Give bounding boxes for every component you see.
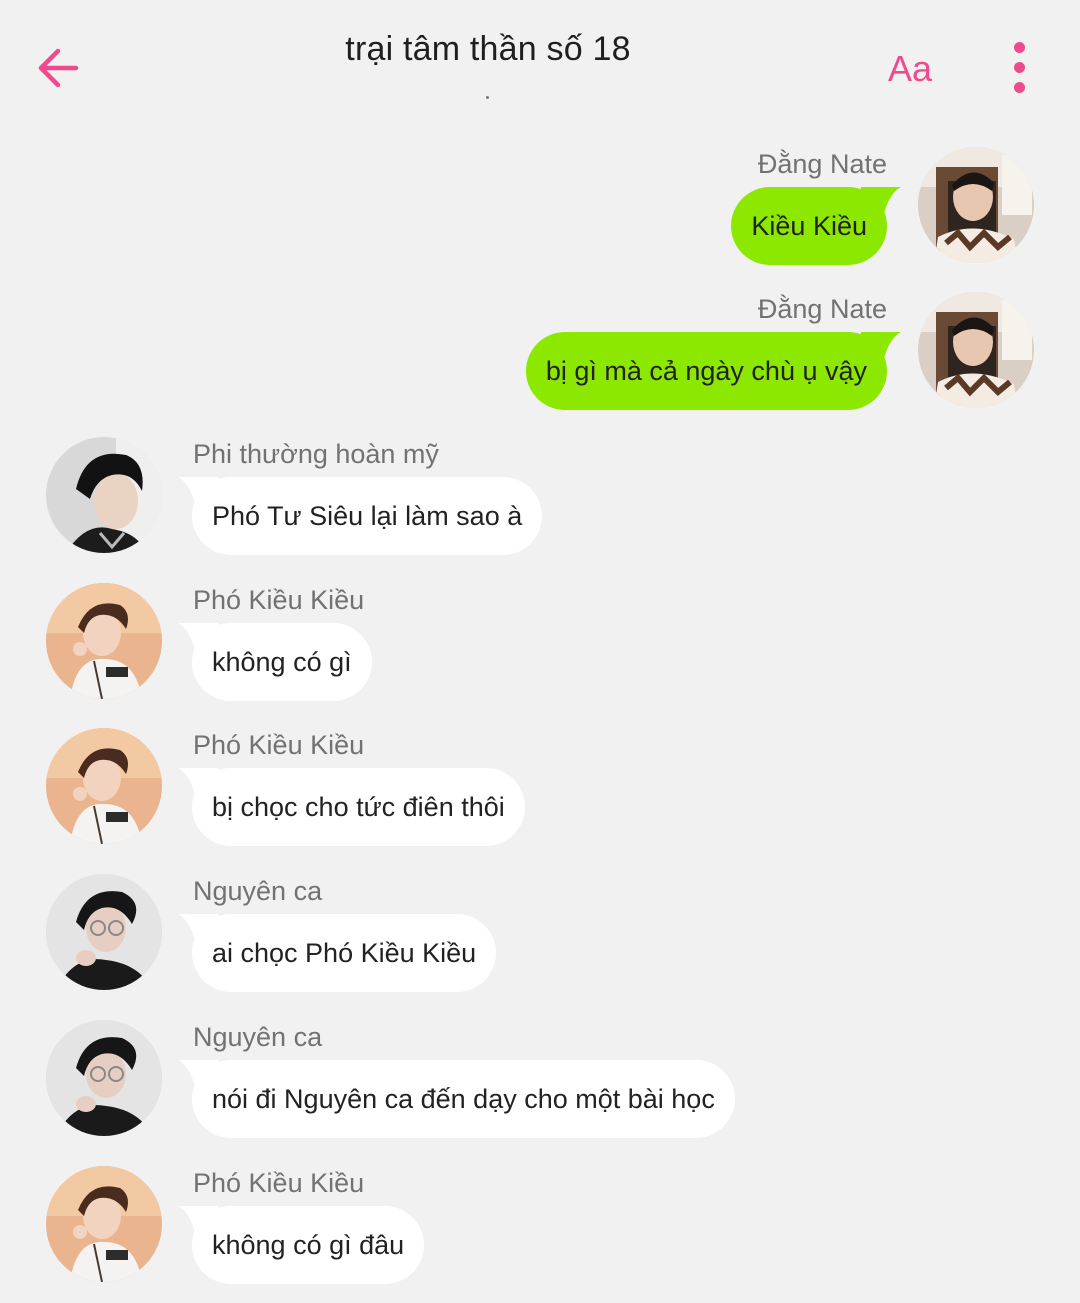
sender-name: Đằng Nate <box>757 294 887 324</box>
message-text: Kiều Kiều <box>731 187 887 265</box>
message-row: Phó Kiều Kiều bị chọc cho tức điên thôi <box>0 728 1080 858</box>
message-row: Nguyên ca ai chọc Phó Kiều Kiều <box>0 874 1080 1004</box>
chat-title: trại tâm thần số 18 <box>345 30 631 68</box>
message-text: không có gì <box>192 623 372 701</box>
sender-name: Phó Kiều Kiều <box>193 1168 365 1198</box>
message-text: bị gì mà cả ngày chù ụ vậy <box>525 332 887 410</box>
avatar-dang-nate[interactable] <box>918 292 1034 408</box>
sender-name: Đằng Nate <box>757 149 887 179</box>
message-bubble[interactable]: Phó Tư Siêu lại làm sao à <box>178 477 543 555</box>
message-bubble[interactable]: bị chọc cho tức điên thôi <box>178 768 525 846</box>
avatar-nguyen-ca[interactable] <box>46 1020 162 1136</box>
message-text: Phó Tư Siêu lại làm sao à <box>192 477 543 555</box>
message-row: Đằng Nate bị gì mà cả ngày chù ụ vậy <box>0 292 1080 422</box>
message-bubble[interactable]: nói đi Nguyên ca đến dạy cho một bài học <box>178 1060 735 1138</box>
avatar-pho-kieu-kieu[interactable] <box>46 728 162 844</box>
message-bubble[interactable]: bị gì mà cả ngày chù ụ vậy <box>525 332 901 410</box>
sender-name: Phó Kiều Kiều <box>193 730 365 760</box>
message-row: Phó Kiều Kiều không có gì <box>0 583 1080 713</box>
message-row: Phó Kiều Kiều không có gì đâu <box>0 1166 1080 1296</box>
message-row: Nguyên ca nói đi Nguyên ca đến dạy cho m… <box>0 1020 1080 1150</box>
message-bubble[interactable]: không có gì <box>178 623 372 701</box>
sender-name: Phi thường hoàn mỹ <box>193 439 439 469</box>
message-row: Phi thường hoàn mỹ Phó Tư Siêu lại làm s… <box>0 437 1080 567</box>
message-row: Đằng Nate Kiều Kiều <box>0 147 1080 277</box>
avatar-phi-thuong-hoan-my[interactable] <box>46 437 162 553</box>
avatar-pho-kieu-kieu[interactable] <box>46 1166 162 1282</box>
chat-screen: trại tâm thần số 18 Aa Đằng Nate Kiều Ki… <box>0 0 1080 1303</box>
avatar-pho-kieu-kieu[interactable] <box>46 583 162 699</box>
message-text: bị chọc cho tức điên thôi <box>192 768 525 846</box>
font-size-button[interactable]: Aa <box>888 48 932 90</box>
sender-name: Nguyên ca <box>193 876 323 906</box>
more-options-icon[interactable] <box>1006 40 1032 96</box>
chat-header: trại tâm thần số 18 Aa <box>0 0 1080 120</box>
avatar-nguyen-ca[interactable] <box>46 874 162 990</box>
message-bubble[interactable]: không có gì đâu <box>178 1206 425 1284</box>
message-text: nói đi Nguyên ca đến dạy cho một bài học <box>192 1060 735 1138</box>
sender-name: Nguyên ca <box>193 1022 323 1052</box>
message-bubble[interactable]: ai chọc Phó Kiều Kiều <box>178 914 497 992</box>
subtitle-dot <box>486 96 489 99</box>
message-text: không có gì đâu <box>192 1206 425 1284</box>
message-bubble[interactable]: Kiều Kiều <box>731 187 901 265</box>
sender-name: Phó Kiều Kiều <box>193 585 365 615</box>
avatar-dang-nate[interactable] <box>918 147 1034 263</box>
message-text: ai chọc Phó Kiều Kiều <box>192 914 497 992</box>
